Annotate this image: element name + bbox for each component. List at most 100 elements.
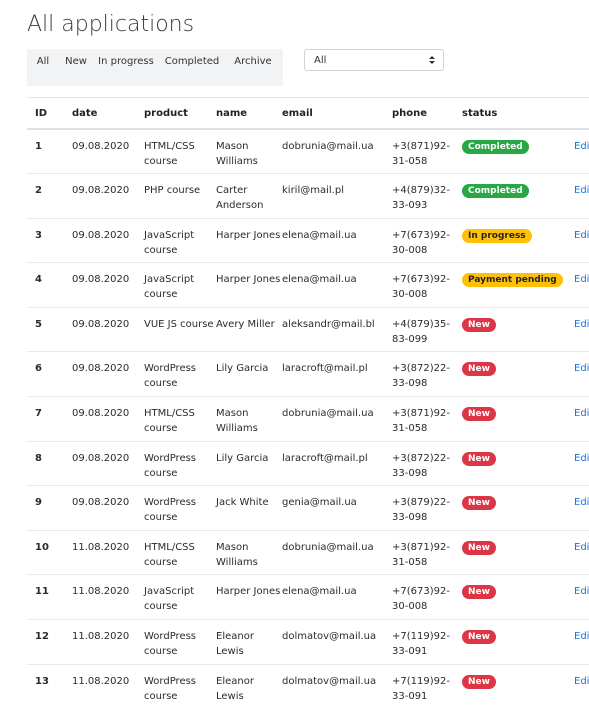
cell-date: 09.08.2020 <box>72 306 144 352</box>
cell-edit: Edit <box>574 485 589 531</box>
cell-phone: +3(871)92-31-058 <box>392 529 462 575</box>
edit-link[interactable]: Edit <box>574 272 589 287</box>
header-phone: phone <box>392 97 462 130</box>
cell-name: Mason Williams <box>216 141 258 167</box>
cell-product: PHP course <box>144 173 216 219</box>
status-badge: New <box>462 630 496 645</box>
cell-name: Lily Garcia <box>216 351 282 397</box>
cell-date: 09.08.2020 <box>72 351 144 397</box>
cell-status: New <box>462 440 574 486</box>
edit-link[interactable]: Edit <box>574 495 589 510</box>
cell-edit: Edit <box>574 574 589 620</box>
cell-email: laracroft@mail.pl <box>282 440 392 486</box>
status-badge: New <box>462 362 496 377</box>
cell-product: WordPress course <box>144 485 216 531</box>
cell-email: dolmatov@mail.ua <box>282 619 392 665</box>
table-row: 10 11.08.2020 HTML/CSS course Mason William… <box>27 529 589 575</box>
filter-tab-in-progress[interactable]: In progress <box>93 49 159 68</box>
cell-phone: +7(673)92-30-008 <box>392 574 462 620</box>
table-row: 13 11.08.2020 WordPress course Eleanor Lewi… <box>27 663 589 709</box>
select-arrows-icon <box>429 56 435 64</box>
cell-email: genia@mail.ua <box>282 485 392 531</box>
cell-edit: Edit <box>574 663 589 709</box>
cell-email: elena@mail.ua <box>282 262 392 308</box>
edit-link[interactable]: Edit <box>574 317 589 332</box>
cell-date: 09.08.2020 <box>72 440 144 486</box>
cell-product: JavaScript course <box>144 574 216 620</box>
cell-id: 6 <box>27 351 72 397</box>
status-badge: New <box>462 317 496 332</box>
cell-name: Harper Jones <box>216 574 282 620</box>
filter-tab-new[interactable]: New <box>59 49 93 68</box>
cell-phone: +7(673)92-30-008 <box>392 217 462 263</box>
cell-date: 09.08.2020 <box>72 262 144 308</box>
status-badge: New <box>462 585 496 600</box>
cell-id: 11 <box>27 574 72 620</box>
cell-product: WordPress course <box>144 440 216 486</box>
table-row: 8 09.08.2020 WordPress course Lily Garcia la… <box>27 440 589 486</box>
cell-id: 13 <box>27 663 72 709</box>
cell-status: In progress <box>462 217 574 263</box>
header-id: ID <box>27 97 72 130</box>
product-filter-select[interactable]: All <box>304 49 444 71</box>
cell-name: Avery Miller <box>216 306 282 352</box>
cell-name: Harper Jones <box>216 217 282 263</box>
cell-name: Eleanor Lewis <box>216 619 282 665</box>
status-badge: Completed <box>462 184 529 199</box>
table-row: 9 09.08.2020 WordPress course Jack White gen… <box>27 485 589 531</box>
table-row: 12 11.08.2020 WordPress course Eleanor Lewi… <box>27 619 589 665</box>
header-name: name <box>216 97 282 130</box>
status-badge: New <box>462 407 496 422</box>
cell-phone: +4(879)32-33-093 <box>392 173 462 219</box>
edit-link[interactable]: Edit <box>574 540 589 555</box>
cell-name: Lily Garcia <box>216 440 282 486</box>
cell-phone: +3(872)22-33-098 <box>392 440 462 486</box>
cell-edit: Edit <box>574 129 589 174</box>
cell-product: JavaScript course <box>144 262 216 308</box>
cell-id: 2 <box>27 173 72 219</box>
table-row: 6 09.08.2020 WordPress course Lily Garcia la… <box>27 351 589 397</box>
edit-link[interactable]: Edit <box>574 629 589 644</box>
cell-id: 3 <box>27 217 72 263</box>
cell-email: dobrunia@mail.ua <box>282 141 374 152</box>
cell-phone: +3(879)22-33-098 <box>392 485 462 531</box>
edit-link[interactable]: Edit <box>574 451 589 466</box>
cell-date: 09.08.2020 <box>72 396 144 442</box>
status-badge: New <box>462 451 496 466</box>
cell-id: 5 <box>27 306 72 352</box>
cell-id: 4 <box>27 262 72 308</box>
cell-status: New <box>462 485 574 531</box>
cell-product: HTML/CSS course <box>144 396 216 442</box>
table-row: 4 09.08.2020 JavaScript course Harper Jones… <box>27 262 589 308</box>
select-value: All <box>314 54 327 66</box>
filter-tab-completed[interactable]: Completed <box>159 49 225 68</box>
cell-product: WordPress course <box>144 619 216 665</box>
edit-link[interactable]: Edit <box>574 228 589 243</box>
edit-link[interactable]: Edit <box>574 584 589 599</box>
cell-name: Mason Williams <box>216 529 282 575</box>
cell-edit: Edit <box>574 262 589 308</box>
page-title: All applications <box>27 12 195 37</box>
filter-tab-all[interactable]: All <box>27 49 59 68</box>
filter-tab-archive[interactable]: Archive <box>225 49 281 68</box>
edit-link[interactable]: Edit <box>574 361 589 376</box>
edit-link[interactable]: Edit <box>574 406 589 421</box>
cell-status: New <box>462 619 574 665</box>
table-row: 11 11.08.2020 JavaScript course Harper Jone… <box>27 574 589 620</box>
cell-status: New <box>462 663 574 709</box>
cell-product: WordPress course <box>144 351 216 397</box>
cell-product: HTML/CSS course <box>144 529 216 575</box>
header-edit <box>574 97 589 130</box>
status-badge: New <box>462 496 496 511</box>
cell-status: New <box>462 574 574 620</box>
edit-link[interactable]: Edit <box>574 674 589 689</box>
edit-link[interactable]: Edit <box>574 183 589 198</box>
table-row: 7 09.08.2020 HTML/CSS course Mason Williams… <box>27 396 589 442</box>
cell-edit: Edit <box>574 619 589 665</box>
cell-status: Payment pending <box>462 262 574 308</box>
cell-email: elena@mail.ua <box>282 574 392 620</box>
cell-phone: +7(673)92-30-008 <box>392 262 462 308</box>
edit-link[interactable]: Edit <box>574 139 589 154</box>
cell-edit: Edit <box>574 396 589 442</box>
cell-phone: +7(119)92-33-091 <box>392 663 462 709</box>
